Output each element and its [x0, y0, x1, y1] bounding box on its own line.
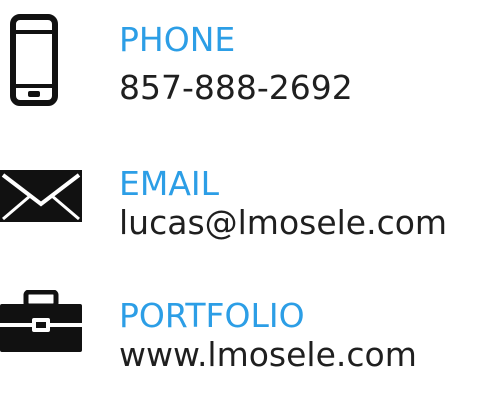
contact-portfolio: PORTFOLIO www.lmosele.com	[0, 290, 485, 400]
contact-phone: PHONE 857-888-2692	[0, 14, 485, 124]
portfolio-link[interactable]: www.lmosele.com	[119, 336, 417, 374]
phone-value: 857-888-2692	[119, 68, 353, 107]
phone-label: PHONE	[119, 20, 236, 59]
email-label: EMAIL	[119, 164, 220, 203]
contact-email: EMAIL lucas@lmosele.com	[0, 158, 485, 268]
contact-card: { "accent_color": "#2c9ee6", "text_color…	[0, 0, 485, 388]
envelope-icon	[0, 170, 82, 222]
smartphone-icon	[10, 14, 58, 106]
portfolio-label: PORTFOLIO	[119, 296, 305, 335]
briefcase-icon	[0, 290, 82, 352]
email-link[interactable]: lucas@lmosele.com	[119, 204, 447, 242]
